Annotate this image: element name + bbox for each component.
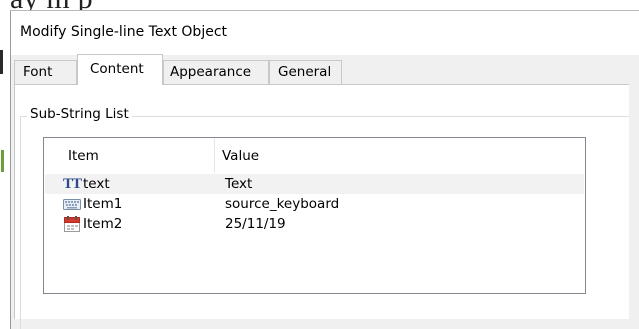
dialog-title: Modify Single-line Text Object xyxy=(20,24,228,40)
text-type-icon: TT xyxy=(63,176,82,192)
tab-content[interactable]: Content xyxy=(77,54,163,85)
keyboard-icon xyxy=(63,196,81,212)
tab-appearance[interactable]: Appearance xyxy=(163,60,269,84)
substring-listview[interactable]: Item Value TT text Text Item1 source_key… xyxy=(43,137,586,294)
list-item-name: Item1 xyxy=(83,196,123,212)
list-item-value: 25/11/19 xyxy=(225,216,286,232)
tab-font[interactable]: Font xyxy=(14,60,77,84)
tab-general[interactable]: General xyxy=(269,60,342,84)
background-mark xyxy=(0,50,3,74)
list-item-name: Item2 xyxy=(83,216,123,232)
list-item-name: text xyxy=(83,176,110,192)
list-row-text[interactable]: TT text Text xyxy=(45,174,584,194)
column-header-item[interactable]: Item xyxy=(68,138,215,173)
dialog-titlebar[interactable]: Modify Single-line Text Object xyxy=(11,11,639,55)
substring-list-label: Sub-String List xyxy=(27,106,132,122)
list-row-item2[interactable]: Item2 25/11/19 xyxy=(45,214,585,234)
background-window-edge xyxy=(0,10,8,329)
list-row-item1[interactable]: Item1 source_keyboard xyxy=(45,194,585,214)
list-item-value: source_keyboard xyxy=(225,196,340,212)
listview-header: Item Value xyxy=(44,138,585,173)
list-item-value: Text xyxy=(225,176,253,192)
column-header-value[interactable]: Value xyxy=(216,138,422,173)
background-mark xyxy=(1,150,4,172)
calendar-icon xyxy=(63,216,81,232)
